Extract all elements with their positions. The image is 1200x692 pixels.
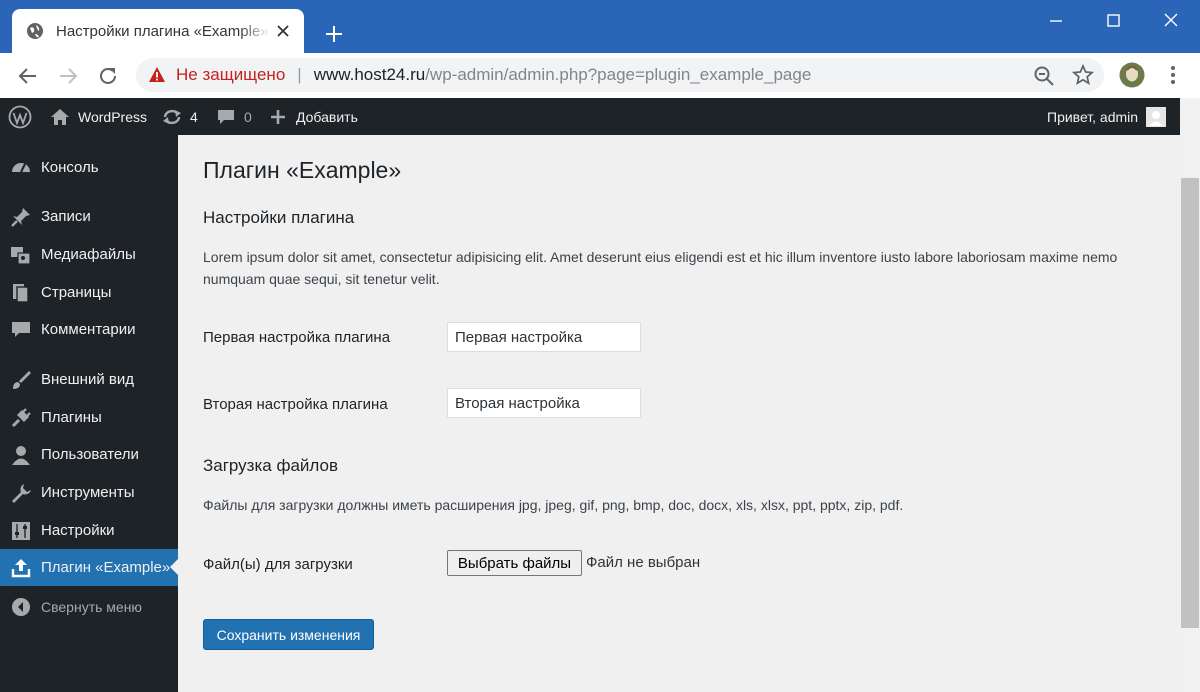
browser-menu-icon[interactable]: [1162, 64, 1184, 86]
sidebar-item-label: Записи: [41, 208, 91, 225]
collapse-menu-label: Свернуть меню: [41, 598, 142, 615]
not-secure-label[interactable]: Не защищено: [176, 65, 285, 85]
url-host: www.host24.ru: [313, 65, 426, 84]
pages-icon: [13, 283, 29, 303]
updates-icon: [163, 109, 181, 124]
field1-label: Первая настройка плагина: [203, 329, 391, 346]
user-icon: [12, 445, 30, 465]
pin-icon: [11, 207, 30, 227]
file-status: Файл не выбран: [586, 554, 701, 571]
home-icon: [51, 108, 69, 125]
choose-files-button[interactable]: Выбрать файлы: [447, 550, 582, 576]
sidebar-item-tools[interactable]: Инструменты: [0, 474, 178, 511]
file-label: Файл(ы) для загрузки: [203, 556, 353, 573]
forward-arrow-icon[interactable]: [56, 64, 80, 88]
section-title-settings: Настройки плагина: [203, 208, 355, 227]
save-changes-button[interactable]: Сохранить изменения: [203, 619, 374, 650]
upload-icon: [11, 558, 31, 577]
reload-icon[interactable]: [96, 64, 120, 88]
maximize-icon[interactable]: [1100, 10, 1126, 32]
site-name: WordPress: [78, 108, 147, 125]
scrollbar-thumb[interactable]: [1181, 178, 1199, 628]
tab-title: Настройки плагина «Example» ‹: [56, 22, 271, 40]
wrench-icon: [12, 483, 31, 503]
section-title-upload: Загрузка файлов: [203, 456, 339, 475]
settings-icon: [12, 521, 30, 540]
sidebar-item-label: Комментарии: [41, 321, 136, 338]
sidebar-item-label: Настройки: [41, 522, 115, 539]
sidebar-item-users[interactable]: Пользователи: [0, 436, 178, 473]
warning-icon[interactable]: [148, 66, 166, 84]
comments-link[interactable]: 0: [216, 98, 252, 135]
wp-logo[interactable]: [8, 98, 32, 135]
collapse-arrow-icon: [12, 597, 30, 616]
field1-input[interactable]: [447, 322, 641, 352]
updates-count: 4: [190, 108, 198, 125]
user-avatar-icon: [1146, 106, 1167, 127]
window-close-icon[interactable]: [1158, 10, 1184, 32]
comments-count: 0: [244, 108, 252, 125]
section-description: Lorem ipsum dolor sit amet, consectetur …: [203, 249, 1118, 287]
sidebar-item-pages[interactable]: Страницы: [0, 274, 178, 311]
wp-admin-bar: WordPress 4 0 Добавить Привет, admin: [0, 98, 1200, 135]
omnibox-divider: |: [297, 65, 302, 84]
upload-description: Файлы для загрузки должны иметь расширен…: [203, 497, 904, 513]
back-arrow-icon[interactable]: [16, 64, 40, 88]
collapse-menu-button[interactable]: Свернуть меню: [0, 588, 178, 625]
sidebar-item-label: Пользователи: [41, 446, 139, 463]
comments-icon: [12, 321, 30, 337]
sidebar-item-label: Плагины: [41, 409, 102, 426]
active-menu-arrow: [170, 559, 178, 575]
page-title: Плагин «Example»: [203, 157, 402, 183]
sidebar-item-label: Плагин «Example»: [41, 559, 171, 576]
new-tab-icon[interactable]: [320, 20, 348, 48]
add-new-label: Добавить: [296, 108, 358, 125]
main-content: Плагин «Example» Настройки плагина Lorem…: [178, 135, 1180, 692]
address-bar[interactable]: Не защищено | www.host24.ru/wp-admin/adm…: [136, 58, 1104, 92]
sidebar-item-comments[interactable]: Комментарии: [0, 311, 178, 348]
close-tab-icon[interactable]: [274, 22, 292, 40]
comment-bubble-icon: [218, 109, 234, 124]
sidebar-item-label: Медиафайлы: [41, 246, 136, 263]
sidebar-item-media[interactable]: Медиафайлы: [0, 236, 178, 273]
greeting: Привет, admin: [1047, 108, 1139, 125]
plus-icon: [271, 109, 285, 124]
updates-link[interactable]: 4: [161, 98, 198, 135]
field2-input[interactable]: [447, 388, 641, 418]
admin-sidebar: Консоль Записи Медиафайлы Страницы Комме…: [0, 135, 178, 692]
media-icon: [11, 246, 31, 265]
site-name-link[interactable]: WordPress: [50, 98, 147, 135]
dashboard-icon: [12, 162, 30, 172]
sidebar-item-posts[interactable]: Записи: [0, 198, 178, 235]
wordpress-logo-icon[interactable]: [8, 105, 32, 129]
brush-icon: [13, 370, 31, 389]
field2-label: Вторая настройка плагина: [203, 396, 388, 413]
browser-tab[interactable]: Настройки плагина «Example» ‹: [12, 9, 304, 53]
sidebar-item-appearance[interactable]: Внешний вид: [0, 361, 178, 398]
sidebar-item-plugin-example[interactable]: Плагин «Example»: [0, 549, 178, 586]
sidebar-item-settings[interactable]: Настройки: [0, 512, 178, 549]
globe-icon: [27, 23, 43, 39]
zoom-icon[interactable]: [1033, 65, 1055, 87]
add-new-link[interactable]: Добавить: [270, 98, 358, 135]
sidebar-item-dashboard[interactable]: Консоль: [0, 149, 178, 186]
sidebar-item-label: Внешний вид: [41, 371, 134, 388]
sidebar-item-plugins[interactable]: Плагины: [0, 399, 178, 436]
bookmark-star-icon[interactable]: [1072, 64, 1094, 86]
minimize-icon[interactable]: [1043, 10, 1069, 32]
plugin-icon: [11, 407, 31, 427]
scrollbar[interactable]: [1180, 98, 1200, 692]
url-path: /wp-admin/admin.php?page=plugin_example_…: [425, 65, 812, 84]
sidebar-item-label: Инструменты: [41, 484, 135, 501]
profile-avatar-icon[interactable]: [1119, 62, 1145, 88]
sidebar-item-label: Страницы: [41, 284, 112, 301]
my-account-link[interactable]: Привет, admin: [1047, 98, 1167, 135]
sidebar-item-label: Консоль: [41, 159, 99, 176]
